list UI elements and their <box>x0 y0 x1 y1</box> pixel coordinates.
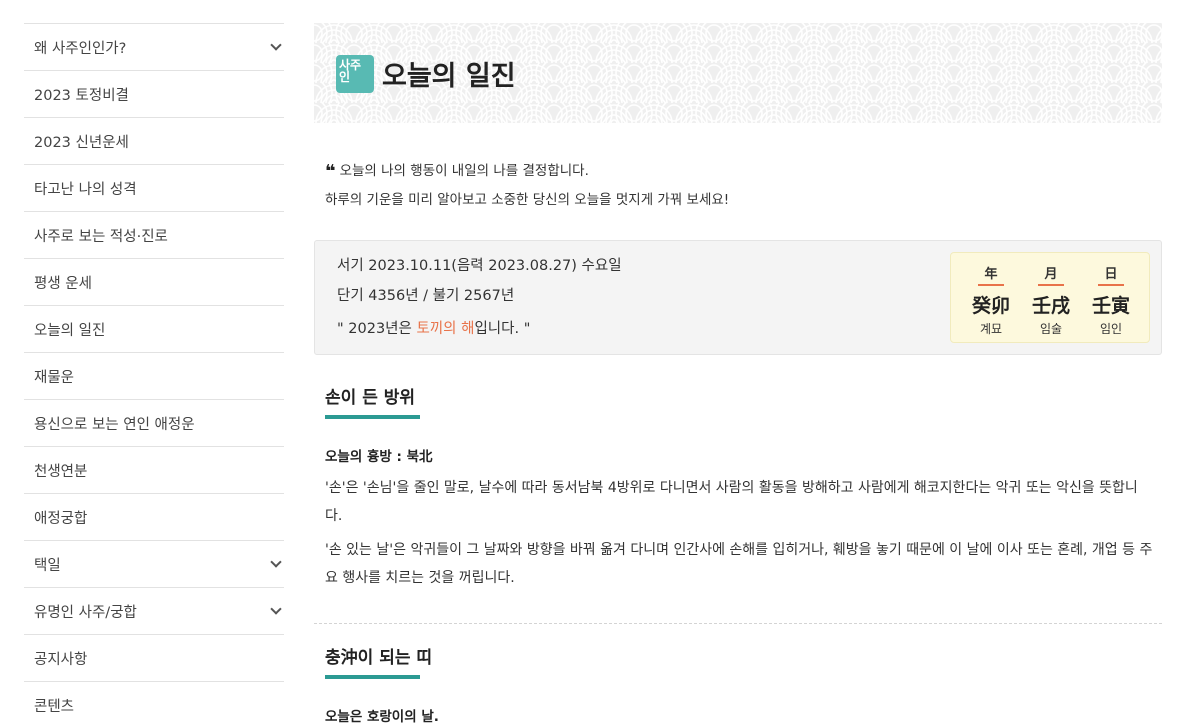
sidebar-item-compatibility[interactable]: 애정궁합 <box>24 493 284 540</box>
sidebar-item-label: 천생연분 <box>34 463 88 480</box>
chevron-down-icon <box>270 603 282 615</box>
chevron-down-icon <box>270 39 282 51</box>
sidebar-item-label: 공지사항 <box>34 651 88 668</box>
sidebar-item-aptitude[interactable]: 사주로 보는 적성·진로 <box>24 211 284 258</box>
ganji-day: 日 壬寅 임인 <box>1086 263 1136 337</box>
year-animal-text: " 2023년은 토끼의 해입니다. " <box>337 321 531 337</box>
sidebar-item-new-year-fortune[interactable]: 2023 신년운세 <box>24 117 284 164</box>
intro-line-2: 하루의 기운을 미리 알아보고 소중한 당신의 오늘을 멋지게 가꿔 보세요! <box>325 192 730 208</box>
day-animal: 오늘은 호랑이의 날. <box>325 709 439 724</box>
ganji-card: 年 癸卯 계묘 月 壬戌 임술 日 壬寅 임인 <box>950 252 1150 343</box>
sidebar-item-label: 재물운 <box>34 369 75 386</box>
solar-date: 서기 2023.10.11(음력 2023.08.27) 수요일 <box>337 258 622 274</box>
sidebar-item-why-sajuin[interactable]: 왜 사주인인가? <box>24 23 284 70</box>
sidebar-item-contents[interactable]: 콘텐츠 <box>24 681 284 724</box>
quote-icon: ❝ <box>325 161 336 182</box>
era-date: 단기 4356년 / 불기 2567년 <box>337 288 515 304</box>
intro-line-1: 오늘의 나의 행동이 내일의 나를 결정합니다. <box>339 163 589 179</box>
ganji-year: 年 癸卯 계묘 <box>966 263 1016 337</box>
section-underline <box>325 675 420 679</box>
sajuin-logo: 사주 인 <box>336 54 374 93</box>
date-info-box: 서기 2023.10.11(음력 2023.08.27) 수요일 단기 4356… <box>314 240 1162 355</box>
section-divider <box>314 623 1162 624</box>
sidebar-menu: 왜 사주인인가? 2023 토정비결 2023 신년운세 타고난 나의 성격 사… <box>24 23 284 724</box>
section-underline <box>325 415 420 419</box>
sidebar-item-label: 콘텐츠 <box>34 698 75 715</box>
main-content: 사주 인 오늘의 일진 ❝ 오늘의 나의 행동이 내일의 나를 결정합니다. 하루… <box>314 23 1162 724</box>
year-animal-highlight: 토끼의 해 <box>416 321 475 337</box>
sidebar-item-label: 용신으로 보는 연인 애정운 <box>34 416 195 433</box>
sidebar-item-celebrity[interactable]: 유명인 사주/궁합 <box>24 587 284 634</box>
sidebar-item-wealth[interactable]: 재물운 <box>24 352 284 399</box>
unlucky-direction: 오늘의 흉방 : 북北 <box>325 449 433 465</box>
page-banner: 사주 인 오늘의 일진 <box>314 23 1162 123</box>
sidebar-item-label: 택일 <box>34 557 61 574</box>
sidebar-item-label: 평생 운세 <box>34 275 92 292</box>
sidebar-item-label: 오늘의 일진 <box>34 322 106 339</box>
sidebar-item-date-selection[interactable]: 택일 <box>24 540 284 587</box>
page-title: 오늘의 일진 <box>382 61 516 92</box>
sidebar-item-label: 2023 토정비결 <box>34 87 129 104</box>
sidebar-item-notice[interactable]: 공지사항 <box>24 634 284 681</box>
sidebar-item-tojeong[interactable]: 2023 토정비결 <box>24 70 284 117</box>
section-title-son-direction: 손이 든 방위 <box>325 388 416 408</box>
sidebar-item-daily-fortune[interactable]: 오늘의 일진 <box>24 305 284 352</box>
son-explanation-2: '손 있는 날'은 악귀들이 그 날짜와 방향을 바꿔 옮겨 다니며 인간사에 … <box>325 542 1153 586</box>
chevron-down-icon <box>270 556 282 568</box>
sidebar-item-label: 왜 사주인인가? <box>34 40 127 57</box>
sidebar-item-label: 사주로 보는 적성·진로 <box>34 228 168 245</box>
sidebar-item-personality[interactable]: 타고난 나의 성격 <box>24 164 284 211</box>
ganji-month: 月 壬戌 임술 <box>1026 263 1076 337</box>
son-explanation-1: '손'은 '손님'을 줄인 말로, 날수에 따라 동서남북 4방위로 다니면서 … <box>325 480 1138 524</box>
sidebar-item-label: 2023 신년운세 <box>34 134 129 151</box>
banner-heading: 사주 인 오늘의 일진 <box>336 54 516 93</box>
section-title-clash-zodiac: 충沖이 되는 띠 <box>325 648 433 668</box>
sidebar-item-label: 타고난 나의 성격 <box>34 181 137 198</box>
sidebar-item-soulmate[interactable]: 천생연분 <box>24 446 284 493</box>
sidebar-item-label: 유명인 사주/궁합 <box>34 604 137 621</box>
intro-text: ❝ 오늘의 나의 행동이 내일의 나를 결정합니다. 하루의 기운을 미리 알아보… <box>325 157 729 214</box>
sidebar-item-love-fortune[interactable]: 용신으로 보는 연인 애정운 <box>24 399 284 446</box>
sidebar-item-lifetime-fortune[interactable]: 평생 운세 <box>24 258 284 305</box>
sidebar-item-label: 애정궁합 <box>34 510 88 527</box>
